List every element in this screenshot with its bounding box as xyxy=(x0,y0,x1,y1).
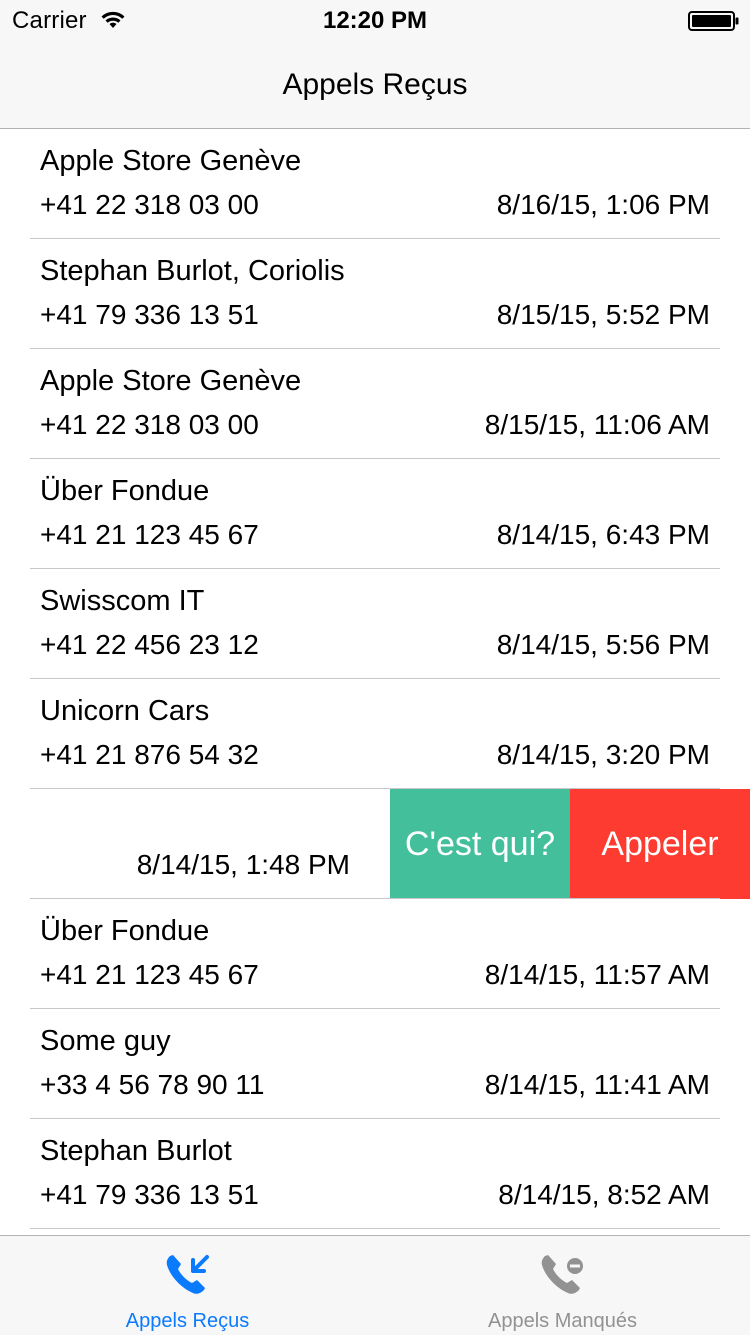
received-calls-list[interactable]: Apple Store Genève +41 22 318 03 00 8/16… xyxy=(0,129,750,1235)
call-date: 8/14/15, 1:48 PM xyxy=(136,849,350,880)
call-row[interactable]: Über Fondue +41 21 123 45 67 8/14/15, 6:… xyxy=(0,459,750,569)
call-row[interactable]: Apple Store Genève +41 22 318 03 00 8/15… xyxy=(0,349,750,459)
caller-phone: +41 21 123 45 67 xyxy=(40,519,259,550)
call-date: 8/14/15, 11:41 AM xyxy=(484,1069,710,1100)
caller-phone: +41 79 336 13 51 xyxy=(40,1179,259,1210)
caller-name: Stephan Burlot, Coriolis xyxy=(40,255,345,287)
caller-phone: +33 4 56 78 90 11 xyxy=(40,1069,265,1100)
call-row[interactable]: Stephan Burlot +41 79 336 13 51 8/14/15,… xyxy=(0,1119,750,1229)
caller-phone: +41 22 456 23 12 xyxy=(40,629,259,660)
caller-phone: +41 21 876 54 32 xyxy=(40,739,259,770)
call-row[interactable]: Unicorn Cars +41 21 876 54 32 8/14/15, 3… xyxy=(0,679,750,789)
caller-name: Apple Store Genève xyxy=(40,145,302,177)
who-is-it-button[interactable]: C'est qui? xyxy=(390,789,570,899)
caller-name: Stephan Burlot xyxy=(40,1135,232,1167)
caller-name: Über Fondue xyxy=(40,475,210,507)
navigation-bar: Appels Reçus xyxy=(0,40,750,129)
call-row[interactable]: Swisscom IT +41 22 456 23 12 8/14/15, 5:… xyxy=(0,569,750,679)
caller-name: Apple Store Genève xyxy=(40,365,302,397)
call-row[interactable]: Über Fondue +41 21 123 45 67 8/14/15, 11… xyxy=(0,899,750,1009)
swiped-row-content[interactable]: 8/14/15, 1:48 PM xyxy=(0,789,390,899)
call-date: 8/14/15, 8:52 AM xyxy=(498,1179,710,1210)
tab-received-calls[interactable]: Appels Reçus xyxy=(0,1236,375,1335)
caller-phone: +41 79 336 13 51 xyxy=(40,299,259,330)
missed-call-icon xyxy=(541,1255,583,1294)
tab-missed-calls[interactable]: Appels Manqués xyxy=(375,1236,750,1335)
call-row-swiped[interactable]: 8/14/15, 1:48 PM C'est qui? Appeler xyxy=(0,789,750,899)
call-date: 8/14/15, 6:43 PM xyxy=(496,519,710,550)
page-title: Appels Reçus xyxy=(282,68,468,101)
call-row[interactable]: Some guy +33 4 56 78 90 11 8/14/15, 11:4… xyxy=(0,1009,750,1119)
call-row[interactable]: Apple Store Genève +41 22 318 03 00 8/16… xyxy=(0,129,750,239)
call-date: 8/16/15, 1:06 PM xyxy=(496,189,710,220)
call-row[interactable]: Stephan Burlot, Coriolis +41 79 336 13 5… xyxy=(0,239,750,349)
call-date: 8/14/15, 5:56 PM xyxy=(496,629,710,660)
incoming-call-icon xyxy=(166,1255,209,1294)
caller-phone: +41 21 123 45 67 xyxy=(40,959,259,990)
status-bar: Carrier 12:20 PM xyxy=(0,0,750,40)
caller-name: Some guy xyxy=(40,1025,171,1057)
call-date: 8/15/15, 5:52 PM xyxy=(496,299,710,330)
battery-icon xyxy=(688,11,739,31)
clock: 12:20 PM xyxy=(322,7,428,34)
call-date: 8/14/15, 3:20 PM xyxy=(496,739,710,770)
call-button[interactable]: Appeler xyxy=(570,789,750,899)
tab-bar: Appels Reçus Appels Manqués xyxy=(0,1235,750,1335)
row-separator xyxy=(30,1228,720,1229)
tab-label: Appels Reçus xyxy=(125,1310,250,1332)
caller-name: Swisscom IT xyxy=(40,585,205,617)
tab-label: Appels Manqués xyxy=(488,1310,637,1332)
call-date: 8/14/15, 11:57 AM xyxy=(484,959,710,990)
caller-name: Unicorn Cars xyxy=(40,695,210,727)
caller-name: Über Fondue xyxy=(40,915,210,947)
call-date: 8/15/15, 11:06 AM xyxy=(484,409,710,440)
caller-phone: +41 22 318 03 00 xyxy=(40,189,259,220)
caller-phone: +41 22 318 03 00 xyxy=(40,409,259,440)
